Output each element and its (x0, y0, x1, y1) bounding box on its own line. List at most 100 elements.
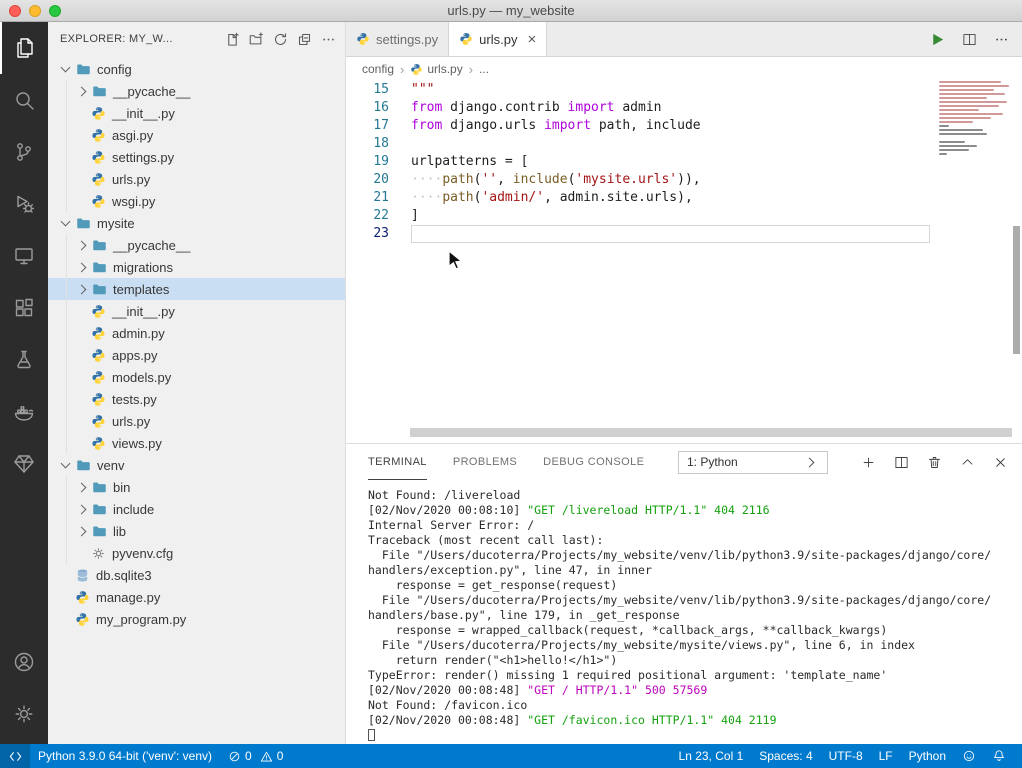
terminal-selector-dropdown[interactable]: 1: Python (678, 451, 828, 474)
file-tree: config__pycache____init__.pyasgi.pysetti… (48, 58, 345, 744)
encoding[interactable]: UTF-8 (821, 744, 871, 768)
activity-remote-explorer-icon[interactable] (0, 230, 48, 282)
line-number[interactable]: 15 (346, 81, 410, 99)
kill-terminal-icon[interactable] (924, 452, 944, 472)
tree-item-pycache[interactable]: __pycache__ (48, 80, 345, 102)
vertical-scrollbar[interactable] (1013, 226, 1020, 354)
line-number[interactable]: 23 (346, 225, 410, 243)
panel-tab-debug-console[interactable]: DEBUG CONSOLE (543, 445, 644, 480)
indentation[interactable]: Spaces: 4 (751, 744, 820, 768)
tree-item-admin-py[interactable]: admin.py (48, 322, 345, 344)
tree-item-asgi-py[interactable]: asgi.py (48, 124, 345, 146)
problems-status[interactable]: 00 (220, 744, 291, 768)
code-line[interactable]: ····path('admin/', admin.site.urls), (411, 189, 1022, 207)
tree-item-mysite[interactable]: mysite (48, 212, 345, 234)
notifications-bell-icon[interactable] (984, 744, 1014, 768)
eol[interactable]: LF (871, 744, 901, 768)
collapse-all-icon[interactable] (296, 31, 313, 48)
more-icon[interactable] (320, 31, 337, 48)
activity-search-icon[interactable] (0, 74, 48, 126)
breadcrumb-item-config[interactable]: config (362, 62, 394, 76)
tree-item-manage-py[interactable]: manage.py (48, 586, 345, 608)
line-number[interactable]: 20 (346, 171, 410, 189)
tree-item-models-py[interactable]: models.py (48, 366, 345, 388)
code-line[interactable]: ] (411, 207, 1022, 225)
language-mode[interactable]: Python (901, 744, 954, 768)
tree-item-db-sqlite3[interactable]: db.sqlite3 (48, 564, 345, 586)
activity-account-icon[interactable] (0, 636, 48, 688)
activity-run-debug-icon[interactable] (0, 178, 48, 230)
tree-item-include[interactable]: include (48, 498, 345, 520)
run-icon[interactable] (926, 28, 948, 50)
tree-item-lib[interactable]: lib (48, 520, 345, 542)
activity-testing-icon[interactable] (0, 334, 48, 386)
line-number[interactable]: 21 (346, 189, 410, 207)
tree-item-my-program-py[interactable]: my_program.py (48, 608, 345, 630)
tree-item-urls-py[interactable]: urls.py (48, 168, 345, 190)
python-interpreter[interactable]: Python 3.9.0 64-bit ('venv': venv) (30, 744, 220, 768)
tree-item-urls-py[interactable]: urls.py (48, 410, 345, 432)
folder-icon (75, 457, 91, 473)
tree-item-init-py[interactable]: __init__.py (48, 102, 345, 124)
close-panel-icon[interactable] (990, 452, 1010, 472)
split-terminal-icon[interactable] (891, 452, 911, 472)
tree-item-pyvenv-cfg[interactable]: pyvenv.cfg (48, 542, 345, 564)
panel-tab-problems[interactable]: PROBLEMS (453, 445, 517, 480)
tree-item-pycache[interactable]: __pycache__ (48, 234, 345, 256)
horizontal-scrollbar[interactable] (410, 428, 1012, 437)
terminal-line (368, 728, 1014, 743)
activity-docker-icon[interactable] (0, 386, 48, 438)
maximize-panel-icon[interactable] (957, 452, 977, 472)
line-number[interactable]: 17 (346, 117, 410, 135)
code-line[interactable]: from django.urls import path, include (411, 117, 1022, 135)
tree-item-config[interactable]: config (48, 58, 345, 80)
tree-item-apps-py[interactable]: apps.py (48, 344, 345, 366)
activity-source-control-icon[interactable] (0, 126, 48, 178)
breadcrumb-item-[interactable]: ... (479, 62, 489, 76)
chevron-right-icon (77, 482, 87, 492)
refresh-icon[interactable] (272, 31, 289, 48)
tree-item-venv[interactable]: venv (48, 454, 345, 476)
breadcrumb-item-urls-py[interactable]: urls.py (410, 62, 462, 76)
line-number[interactable]: 16 (346, 99, 410, 117)
tree-item-templates[interactable]: templates (48, 278, 345, 300)
tree-item-tests-py[interactable]: tests.py (48, 388, 345, 410)
terminal-output[interactable]: Not Found: /livereload[02/Nov/2020 00:08… (368, 488, 1014, 742)
line-number[interactable]: 22 (346, 207, 410, 225)
tree-item-init-py[interactable]: __init__.py (48, 300, 345, 322)
tree-item-wsgi-py[interactable]: wsgi.py (48, 190, 345, 212)
panel-tab-terminal[interactable]: TERMINAL (368, 445, 427, 480)
activity-explorer-icon[interactable] (0, 22, 48, 74)
line-number[interactable]: 18 (346, 135, 410, 153)
code-editor[interactable]: 151617181920212223 """from django.contri… (346, 81, 1022, 443)
code-line[interactable] (411, 135, 1022, 153)
new-folder-icon[interactable] (248, 31, 265, 48)
tab-urls-py[interactable]: urls.py× (449, 22, 547, 56)
minimap[interactable] (935, 81, 1012, 431)
line-number[interactable]: 19 (346, 153, 410, 171)
code-line[interactable] (411, 225, 930, 243)
tree-item-settings-py[interactable]: settings.py (48, 146, 345, 168)
tree-item-label: tests.py (112, 392, 157, 407)
activity-settings-icon[interactable] (0, 688, 48, 740)
new-terminal-icon[interactable] (858, 452, 878, 472)
python-icon (90, 325, 106, 341)
more-icon[interactable] (990, 28, 1012, 50)
activity-extensions-icon[interactable] (0, 282, 48, 334)
tree-item-bin[interactable]: bin (48, 476, 345, 498)
remote-indicator[interactable] (0, 744, 30, 768)
tree-item-views-py[interactable]: views.py (48, 432, 345, 454)
activity-gem-icon[interactable] (0, 438, 48, 490)
code-line[interactable]: ····path('', include('mysite.urls')), (411, 171, 1022, 189)
folder-icon (91, 501, 107, 517)
tab-settings-py[interactable]: settings.py (346, 22, 449, 56)
code-line[interactable]: from django.contrib import admin (411, 99, 1022, 117)
split-editor-icon[interactable] (958, 28, 980, 50)
code-line[interactable]: """ (411, 81, 1022, 99)
code-line[interactable]: urlpatterns = [ (411, 153, 1022, 171)
tree-item-migrations[interactable]: migrations (48, 256, 345, 278)
new-file-icon[interactable] (224, 31, 241, 48)
feedback-smiley-icon[interactable] (954, 744, 984, 768)
cursor-position[interactable]: Ln 23, Col 1 (671, 744, 752, 768)
close-icon[interactable]: × (527, 32, 536, 47)
